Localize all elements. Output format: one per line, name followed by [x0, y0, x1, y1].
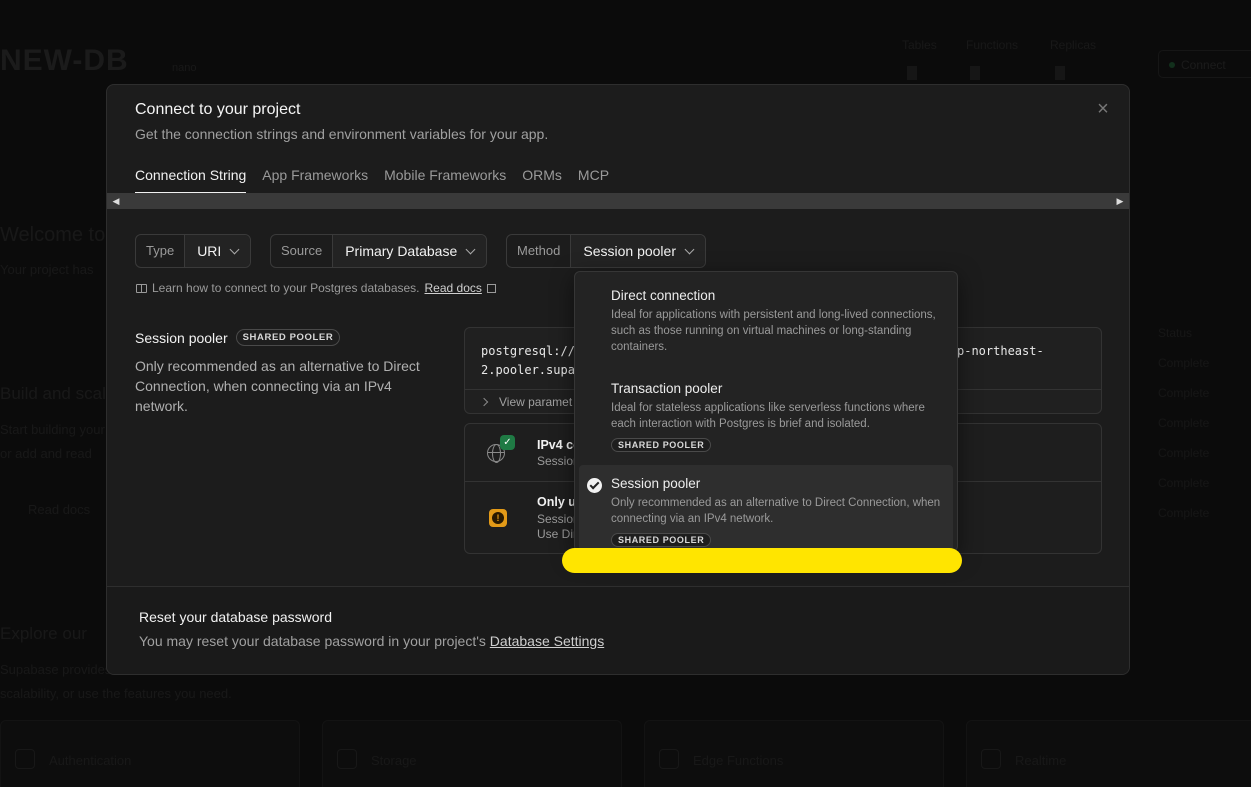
type-value: URI [197, 243, 222, 259]
dialog-subtitle: Get the connection strings and environme… [135, 126, 549, 142]
type-label: Type [136, 235, 186, 267]
option-title: Session pooler [611, 476, 701, 491]
option-description: Ideal for stateless applications like se… [611, 402, 925, 430]
learn-text: Learn how to connect to your Postgres da… [152, 281, 420, 295]
option-session-pooler[interactable]: Session pooler Only recommended as an al… [579, 465, 953, 551]
highlight-marker [562, 548, 962, 573]
source-label: Source [271, 235, 334, 267]
scroll-left-icon[interactable]: ◀ [110, 195, 122, 207]
tab-mobile-frameworks[interactable]: Mobile Frameworks [384, 167, 506, 194]
method-label: Method [507, 235, 572, 267]
option-transaction-pooler[interactable]: Transaction pooler Ideal for stateless a… [579, 373, 953, 461]
book-icon [136, 283, 147, 293]
chevron-down-icon [465, 244, 476, 254]
method-selector: Method Session pooler [506, 234, 706, 268]
scroll-right-icon[interactable]: ▶ [1114, 195, 1126, 207]
chevron-down-icon [684, 244, 695, 254]
tab-orms[interactable]: ORMs [522, 167, 562, 194]
tab-connection-string[interactable]: Connection String [135, 167, 247, 194]
check-icon: ✓ [500, 435, 515, 450]
method-value: Session pooler [583, 243, 676, 259]
database-settings-link[interactable]: Database Settings [490, 633, 604, 649]
shared-pooler-badge: SHARED POOLER [611, 438, 712, 452]
external-link-icon [486, 283, 496, 293]
method-dropdown-menu: Direct connection Ideal for applications… [574, 271, 958, 552]
tab-app-frameworks[interactable]: App Frameworks [262, 167, 368, 194]
reset-password-title: Reset your database password [139, 609, 332, 625]
shared-pooler-badge: SHARED POOLER [235, 329, 341, 346]
check-circle-icon [587, 478, 602, 493]
source-dropdown[interactable]: Primary Database [333, 235, 487, 267]
chevron-down-icon [229, 244, 240, 254]
connection-tabs: Connection String App Frameworks Mobile … [135, 167, 609, 194]
reset-password-section: Reset your database password You may res… [107, 586, 1129, 674]
method-description: Only recommended as an alternative to Di… [135, 358, 420, 414]
tab-mcp[interactable]: MCP [578, 167, 609, 194]
type-dropdown[interactable]: URI [185, 235, 251, 267]
type-selector: Type URI [135, 234, 252, 268]
option-description: Only recommended as an alternative to Di… [611, 497, 941, 525]
warning-notice-text: Use Dir [537, 527, 578, 541]
warning-icon [489, 509, 507, 527]
horizontal-scrollbar[interactable]: ◀ ▶ [107, 193, 1129, 209]
method-info-title: Session pooler SHARED POOLER [135, 329, 341, 346]
method-dropdown[interactable]: Session pooler [571, 235, 705, 267]
source-selector: Source Primary Database [270, 234, 488, 268]
learn-hint: Learn how to connect to your Postgres da… [136, 281, 496, 295]
option-direct-connection[interactable]: Direct connection Ideal for applications… [579, 280, 953, 370]
method-name: Session pooler [135, 329, 228, 346]
shared-pooler-badge: SHARED POOLER [611, 533, 712, 547]
close-icon[interactable]: × [1093, 99, 1113, 119]
source-value: Primary Database [345, 243, 458, 259]
option-title: Direct connection [611, 288, 716, 303]
option-title: Transaction pooler [611, 381, 723, 396]
option-description: Ideal for applications with persistent a… [611, 309, 936, 353]
reset-password-text: You may reset your database password in … [139, 633, 605, 649]
dialog-title: Connect to your project [135, 101, 301, 118]
read-docs-link[interactable]: Read docs [425, 281, 482, 295]
